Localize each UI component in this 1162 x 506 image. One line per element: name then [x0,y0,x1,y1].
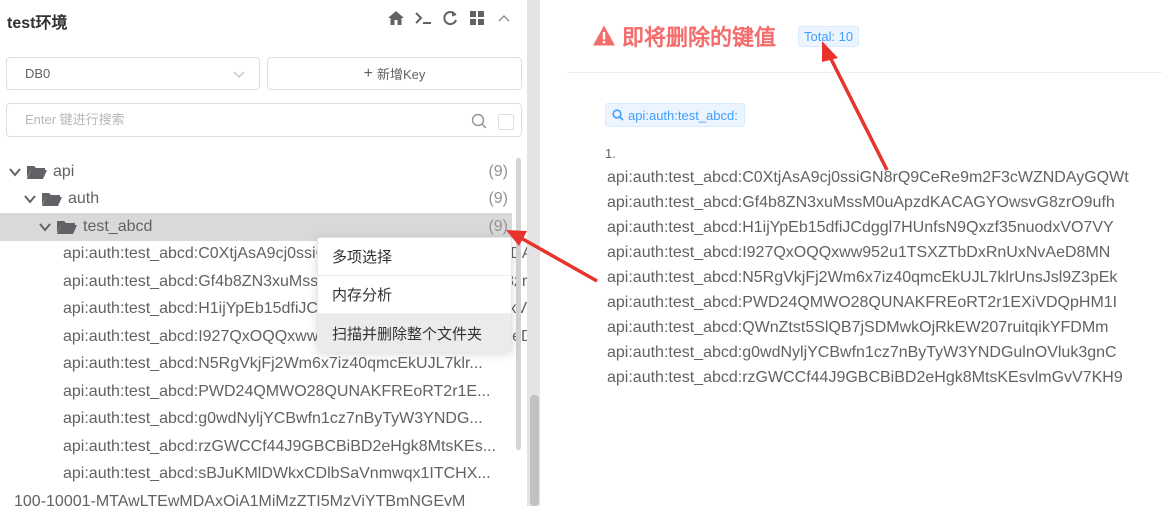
header-toolbar [387,9,513,27]
search-pattern-text: api:auth:test_abcd: [628,107,738,123]
context-menu-item[interactable]: 扫描并删除整个文件夹 [318,314,511,352]
key-search [6,103,522,137]
tree-label: test_abcd [83,217,153,235]
chevron-down-icon[interactable] [23,192,37,206]
left-panel: test环境 DB0 + 新增Key api (9) auth (9) test_abc… [0,0,527,506]
folder-open-icon [26,164,48,180]
chevron-down-icon[interactable] [38,220,52,234]
chevron-down-icon[interactable] [8,165,22,179]
tree-label: 100-10001-MTAwLTEwMDAxOjA1MjMzZTI5MzViYT… [14,492,466,506]
search-pattern-tag: api:auth:test_abcd: [605,103,745,127]
tree-count-badge: (9) [488,162,508,180]
delete-preview-panel: 即将删除的键值 Total: 10 api:auth:test_abcd: 1.… [567,0,1162,506]
total-badge: Total: 10 [798,26,860,47]
tree-label: api:auth:test_abcd:sBJuKMlDWkxCDlbSaVnmw… [63,465,491,483]
delete-key-item: api:auth:test_abcd:N5RgVkjFj2Wm6x7iz40qm… [607,269,1118,286]
chevron-down-icon [233,71,245,78]
search-icon[interactable] [471,113,487,129]
delete-key-item: api:auth:test_abcd:PWD24QMWO28QUNAKFREoR… [607,294,1118,311]
folder-open-icon [56,219,78,235]
grid-icon[interactable] [468,9,486,27]
exact-search-checkbox[interactable] [498,114,514,130]
tree-count-badge: (9) [488,190,508,208]
tree-label: auth [68,190,100,208]
tree-label: api:auth:test_abcd:rzGWCCf44J9GBCBiBD2eH… [63,437,497,455]
tree-folder-row[interactable]: auth (9) [0,186,512,214]
delete-key-item: api:auth:test_abcd:C0XtjAsA9cj0ssiGN8rQ9… [607,169,1129,186]
tree-label: api:auth:test_abcd:N5RgVkjFj2Wm6x7iz40qm… [63,355,483,373]
delete-key-item: api:auth:test_abcd:g0wdNyljYCBwfn1cz7nBy… [607,344,1117,361]
delete-key-list: api:auth:test_abcd:C0XtjAsA9cj0ssiGN8rQ9… [607,165,1162,390]
tree-label: api:auth:test_abcd:g0wdNyljYCBwfn1cz7nBy… [63,410,483,428]
context-menu-item[interactable]: 内存分析 [318,276,511,314]
plus-icon: + [363,64,373,82]
delete-key-item: api:auth:test_abcd:I927QxOQQxww952u1TSXZ… [607,244,1111,261]
home-icon[interactable] [387,9,405,27]
delete-key-item: api:auth:test_abcd:Gf4b8ZN3xuMssM0uApzdK… [607,194,1115,211]
connection-title: test环境 [7,15,68,32]
collapse-icon[interactable] [495,9,513,27]
tree-count-badge: (9) [488,217,508,235]
db-select-value: DB0 [25,66,51,81]
delete-title: 即将删除的键值 [622,25,777,50]
delete-warning-header: 即将删除的键值 [592,20,776,52]
search-input[interactable] [25,112,445,127]
context-menu-item[interactable]: 多项选择 [318,238,511,276]
delete-key-item: api:auth:test_abcd:QWnZtst5SlQB7jSDMwkOj… [607,319,1109,336]
refresh-icon[interactable] [441,9,459,27]
terminal-icon[interactable] [414,9,432,27]
context-menu: 多项选择 内存分析 扫描并删除整个文件夹 [317,237,512,352]
divider [567,72,1162,73]
tree-key-row[interactable]: 100-10001-MTAwLTEwMDAxOjA1MjMzZTI5MzViYT… [0,488,512,506]
tree-label: api [53,162,75,180]
tree-key-row[interactable]: api:auth:test_abcd:g0wdNyljYCBwfn1cz7nBy… [0,406,512,434]
folder-open-icon [41,191,63,207]
delete-key-item: api:auth:test_abcd:rzGWCCf44J9GBCBiBD2eH… [607,369,1123,386]
warning-icon [593,25,615,46]
tree-label: api:auth:test_abcd:PWD24QMWO28QUNAKFREoR… [63,382,491,400]
new-key-button[interactable]: + 新增Key [267,57,522,90]
search-icon [612,109,624,121]
db-select[interactable]: DB0 [6,57,260,90]
left-scrollbar-thumb[interactable] [530,395,539,506]
new-key-label: 新增Key [376,67,426,82]
tree-key-row[interactable]: api:auth:test_abcd:sBJuKMlDWkxCDlbSaVnmw… [0,461,512,489]
tree-key-row[interactable]: api:auth:test_abcd:N5RgVkjFj2Wm6x7iz40qm… [0,351,512,379]
tree-key-row[interactable]: api:auth:test_abcd:rzGWCCf44J9GBCBiBD2eH… [0,433,512,461]
tree-scrollbar[interactable] [516,158,521,450]
delete-key-item: api:auth:test_abcd:H1ijYpEb15dfiJCdggl7H… [607,219,1114,236]
tree-folder-row[interactable]: api (9) [0,158,512,186]
tree-key-row[interactable]: api:auth:test_abcd:PWD24QMWO28QUNAKFREoR… [0,378,512,406]
list-index: 1. [605,146,616,161]
